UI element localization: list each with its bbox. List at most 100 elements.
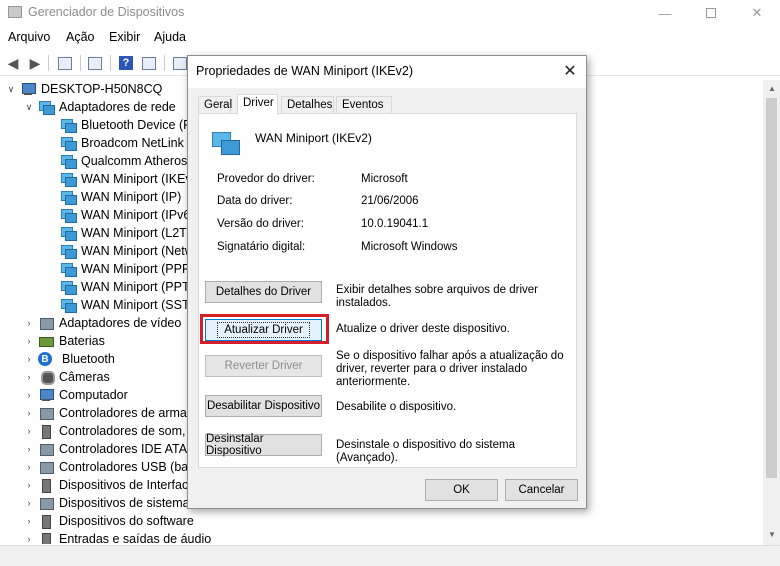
action-pane-button[interactable] [140, 54, 158, 72]
ide-controller-icon [38, 442, 54, 456]
close-window-button[interactable]: ✕ [734, 0, 780, 26]
expand-icon[interactable]: › [24, 480, 34, 490]
expand-icon[interactable]: › [24, 336, 34, 346]
expand-icon[interactable]: › [24, 444, 34, 454]
expand-icon[interactable]: › [24, 426, 34, 436]
category-label: Entradas e saídas de áudio [59, 532, 212, 544]
expand-icon[interactable]: › [24, 318, 34, 328]
tree-item-network[interactable]: WAN Miniport (PPPO [60, 260, 200, 278]
tree-item-network[interactable]: Qualcomm Atheros [60, 152, 187, 170]
category-cameras[interactable]: › Câmeras [24, 368, 110, 386]
computer-icon [20, 82, 36, 96]
category-bluetooth[interactable]: › B Bluetooth [24, 350, 115, 368]
tree-item-network[interactable]: WAN Miniport (Netw [60, 242, 194, 260]
rollback-driver-button[interactable]: Reverter Driver [205, 355, 322, 377]
expand-icon[interactable]: › [24, 498, 34, 508]
scroll-up-icon[interactable]: ▲ [767, 84, 777, 93]
category-label: Controladores de som, v [59, 424, 196, 438]
toolbar-separator [48, 55, 49, 71]
toolbar-separator [80, 55, 81, 71]
tree-item-network[interactable]: Bluetooth Device (Pe [60, 116, 198, 134]
camera-icon [38, 370, 55, 385]
hid-icon [38, 478, 54, 493]
tree-item-network[interactable]: WAN Miniport (IKEv [60, 170, 192, 188]
action-description: Atualize o driver deste dispositivo. [336, 323, 510, 335]
category-display-adapters[interactable]: › Adaptadores de vídeo [24, 314, 181, 332]
audio-io-icon [38, 532, 54, 544]
network-adapter-icon [60, 280, 77, 295]
tree-item-network[interactable]: WAN Miniport (PPTF [60, 278, 197, 296]
driver-details-button[interactable]: Detalhes do Driver [205, 281, 322, 303]
tree-root[interactable]: ∨ DESKTOP-H50N8CQ [6, 80, 163, 98]
tab-geral[interactable]: Geral [198, 96, 232, 114]
tree-item-label: WAN Miniport (SSTP [81, 298, 198, 312]
disable-device-button[interactable]: Desabilitar Dispositivo [205, 395, 322, 417]
action-pane-icon [142, 56, 156, 70]
dialog-close-button[interactable]: ✕ [558, 60, 582, 82]
prop-label: Versão do driver: [217, 218, 304, 230]
scroll-down-icon[interactable]: ▼ [767, 530, 777, 539]
tree-item-label: WAN Miniport (PPPO [81, 262, 201, 276]
category-audio-io[interactable]: › Entradas e saídas de áudio [24, 530, 211, 544]
expand-icon[interactable]: › [24, 516, 34, 526]
network-adapter-icon [60, 244, 77, 259]
menu-acao[interactable]: Ação [66, 30, 95, 44]
category-label: Dispositivos de sistema [59, 496, 190, 510]
expand-icon[interactable]: › [24, 372, 34, 382]
dialog-title: Propriedades de WAN Miniport (IKEv2) [196, 64, 413, 78]
expand-icon[interactable]: › [24, 390, 34, 400]
category-software-devices[interactable]: › Dispositivos do software [24, 512, 194, 530]
properties-button[interactable] [86, 54, 104, 72]
tree-item-label: WAN Miniport (IPv6 [81, 208, 191, 222]
category-system-devices[interactable]: › Dispositivos de sistema [24, 494, 190, 512]
window-title: Gerenciador de Dispositivos [28, 5, 185, 19]
tree-item-network[interactable]: WAN Miniport (IP) [60, 188, 181, 206]
category-batteries[interactable]: › Baterias [24, 332, 105, 350]
menu-arquivo[interactable]: Arquivo [8, 30, 50, 44]
tab-driver[interactable]: Driver [237, 94, 278, 115]
uninstall-device-button[interactable]: Desinstalar Dispositivo [205, 433, 322, 457]
category-sound-controllers[interactable]: › Controladores de som, v [24, 422, 195, 440]
show-hide-console-tree-button[interactable] [56, 54, 74, 72]
collapse-icon[interactable]: ∨ [6, 84, 16, 95]
back-button[interactable]: ◀ [4, 54, 22, 72]
tree-scrollbar[interactable]: ▲ ▼ [763, 80, 780, 545]
prop-value: Microsoft [361, 173, 408, 185]
tree-item-label: WAN Miniport (L2TP [81, 226, 196, 240]
category-usb-controllers[interactable]: › Controladores USB (bar [24, 458, 192, 476]
category-hid-devices[interactable]: › Dispositivos de Interface [24, 476, 195, 494]
category-computer[interactable]: › Computador [24, 386, 128, 404]
tree-item-network[interactable]: Broadcom NetLink ( [60, 134, 191, 152]
tree-item-network[interactable]: WAN Miniport (IPv6 [60, 206, 190, 224]
properties-dialog: Propriedades de WAN Miniport (IKEv2) ✕ G… [187, 55, 587, 509]
ok-button[interactable]: OK [425, 479, 498, 501]
tree-item-network[interactable]: WAN Miniport (L2TP [60, 224, 195, 242]
cancel-button[interactable]: Cancelar [505, 479, 578, 501]
minimize-button[interactable]: — [642, 0, 688, 26]
collapse-icon[interactable]: ∨ [24, 102, 34, 113]
expand-icon[interactable]: › [24, 462, 34, 472]
category-ide-controllers[interactable]: › Controladores IDE ATA/ [24, 440, 191, 458]
prop-label: Data do driver: [217, 195, 293, 207]
maximize-icon [706, 8, 716, 18]
update-driver-button[interactable]: Atualizar Driver [205, 319, 322, 341]
computer-icon [38, 388, 54, 402]
menu-ajuda[interactable]: Ajuda [154, 30, 186, 44]
tab-detalhes[interactable]: Detalhes [281, 96, 334, 114]
tab-eventos[interactable]: Eventos [336, 96, 392, 114]
network-adapter-icon [60, 208, 77, 223]
forward-button[interactable]: ▶ [26, 54, 44, 72]
help-button[interactable]: ? [117, 54, 135, 72]
category-storage-controllers[interactable]: › Controladores de armaz [24, 404, 193, 422]
expand-icon[interactable]: › [24, 354, 34, 364]
menu-exibir[interactable]: Exibir [109, 30, 140, 44]
tree-item-network[interactable]: WAN Miniport (SSTP [60, 296, 198, 314]
driver-tab-panel: WAN Miniport (IKEv2) Provedor do driver:… [198, 113, 577, 468]
action-description: Se o dispositivo falhar após a atualizaç… [336, 350, 564, 388]
menu-bar: Arquivo Ação Exibir Ajuda [0, 27, 780, 49]
expand-icon[interactable]: › [24, 534, 34, 544]
expand-icon[interactable]: › [24, 408, 34, 418]
maximize-button[interactable] [688, 0, 734, 26]
scrollbar-thumb[interactable] [766, 98, 777, 478]
category-network-adapters[interactable]: ∨ Adaptadores de rede [24, 98, 176, 116]
